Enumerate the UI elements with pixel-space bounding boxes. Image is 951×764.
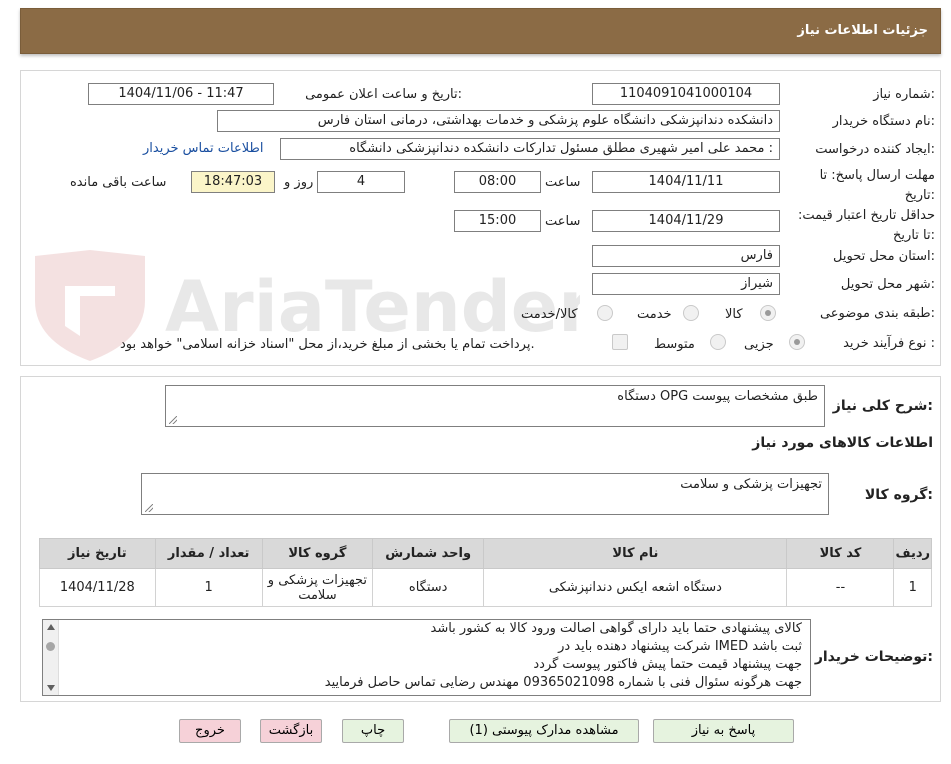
goods-group-text: تجهیزات پزشکی و سلامت: [680, 477, 822, 492]
announce-datetime-label: تاریخ و ساعت اعلان عمومی:: [305, 87, 462, 102]
requester-field: محمد علی امیر شهیری مطلق مسئول تدارکات د…: [280, 138, 780, 160]
general-description-text: دستگاه OPG طبق مشخصات پیوست: [617, 389, 818, 404]
goods-table: ردیف کد کالا نام کالا واحد شمارش گروه کا…: [39, 538, 932, 607]
goods-group-label: گروه کالا:: [864, 487, 933, 503]
category-option-goods-service: کالا/خدمت: [521, 307, 578, 322]
category-option-goods: کالا: [725, 307, 743, 322]
buyer-notes-label: توضیحات خریدار:: [814, 649, 933, 665]
col-quantity: تعداد / مقدار: [154, 538, 263, 569]
buyer-contact-link[interactable]: اطلاعات تماس خریدار: [143, 141, 263, 156]
day-and-label: روز و: [284, 175, 314, 190]
col-goods-name: نام کالا: [483, 538, 788, 569]
province-field: فارس: [592, 245, 780, 267]
process-option-medium: متوسط: [654, 337, 695, 352]
buyer-org-field: دانشکده دندانپزشکی دانشگاه علوم پزشکی و …: [217, 110, 780, 132]
category-option-service: خدمت: [637, 307, 672, 322]
goods-info-heading: اطلاعات کالاهای مورد نیاز: [752, 435, 933, 451]
view-attachments-button[interactable]: مشاهده مدارک پیوستی (1): [449, 719, 639, 743]
category-label: طبقه بندی موضوعی:: [819, 306, 935, 321]
scroll-thumb[interactable]: [46, 642, 55, 651]
note-line: جهت هرگونه سئوال فنی با شماره 0936502109…: [324, 675, 802, 690]
scroll-down-icon[interactable]: [47, 685, 55, 691]
col-goods-group: گروه کالا: [261, 538, 374, 569]
cell-goods-group: تجهیزات پزشکی و سلامت: [261, 568, 374, 607]
page-title: جزئیات اطلاعات نیاز: [797, 23, 928, 38]
purchase-process-label: نوع فرآیند خرید :: [843, 336, 935, 351]
goods-table-header-row: ردیف کد کالا نام کالا واحد شمارش گروه کا…: [39, 538, 932, 569]
cell-goods-name: دستگاه اشعه ایکس دندانپزشکی: [483, 568, 788, 607]
general-description-label: شرح کلی نیاز:: [832, 398, 933, 414]
process-radio-minor[interactable]: [789, 334, 805, 350]
requester-label: ایجاد کننده درخواست:: [815, 142, 935, 157]
page-header: جزئیات اطلاعات نیاز: [20, 8, 941, 54]
resize-handle-icon[interactable]: [145, 504, 153, 512]
print-button[interactable]: چاپ: [342, 719, 404, 743]
validity-date-field: 1404/11/29: [592, 210, 780, 232]
category-radio-goods-service[interactable]: [597, 305, 613, 321]
notes-scrollbar[interactable]: [43, 620, 59, 695]
city-field: شیراز: [592, 273, 780, 295]
treasury-bonds-checkbox[interactable]: [612, 334, 628, 350]
cell-unit: دستگاه: [372, 568, 485, 607]
hours-remaining-label: ساعت باقی مانده: [70, 175, 167, 190]
validity-time-label: ساعت: [545, 214, 581, 229]
note-line: جهت پیشنهاد قیمت حتما پیش فاکتور پیوست گ…: [533, 657, 802, 672]
cell-goods-code: --: [786, 568, 895, 607]
col-row-number: ردیف: [893, 538, 932, 569]
time-remaining-field: 18:47:03: [191, 171, 275, 193]
payment-note: پرداخت تمام یا بخشی از مبلغ خرید،از محل …: [120, 337, 535, 352]
cell-row-number: 1: [893, 568, 932, 607]
cell-quantity: 1: [154, 568, 263, 607]
reply-deadline-label: مهلت ارسال پاسخ: تا تاریخ:: [819, 168, 935, 203]
col-need-date: تاریخ نیاز: [39, 538, 156, 569]
table-row: 1 -- دستگاه اشعه ایکس دندانپزشکی دستگاه …: [39, 568, 932, 607]
exit-button[interactable]: خروج: [179, 719, 241, 743]
days-remaining-field: 4: [317, 171, 405, 193]
category-radio-goods[interactable]: [760, 305, 776, 321]
col-unit: واحد شمارش: [372, 538, 485, 569]
scroll-up-icon[interactable]: [47, 624, 55, 630]
resize-handle-icon[interactable]: [169, 416, 177, 424]
reply-time-label: ساعت: [545, 175, 581, 190]
process-radio-medium[interactable]: [710, 334, 726, 350]
general-description-field: دستگاه OPG طبق مشخصات پیوست: [165, 385, 825, 427]
need-number-field: 1104091041000104: [592, 83, 780, 105]
reply-button[interactable]: پاسخ به نیاز: [653, 719, 794, 743]
category-radio-service[interactable]: [683, 305, 699, 321]
process-option-minor: جزیی: [744, 337, 774, 352]
col-goods-code: کد کالا: [786, 538, 895, 569]
announce-datetime-field: 1404/11/06 - 11:47: [88, 83, 274, 105]
delivery-city-label: شهر محل تحویل:: [840, 277, 935, 292]
reply-date-field: 1404/11/11: [592, 171, 780, 193]
cell-need-date: 1404/11/28: [39, 568, 156, 607]
need-number-label: شماره نیاز:: [873, 87, 935, 102]
price-validity-label: حداقل تاریخ اعتبار قیمت: تا تاریخ:: [797, 208, 935, 243]
reply-time-field: 08:00: [454, 171, 541, 193]
buyer-org-label: نام دستگاه خریدار:: [832, 114, 935, 129]
goods-group-field: تجهیزات پزشکی و سلامت: [141, 473, 829, 515]
back-button[interactable]: بازگشت: [260, 719, 322, 743]
buyer-notes-field: کالای پیشنهادی حتما باید دارای گواهی اصا…: [42, 619, 811, 696]
note-line: کالای پیشنهادی حتما باید دارای گواهی اصا…: [430, 621, 803, 636]
delivery-province-label: استان محل تحویل:: [833, 249, 935, 264]
note-line: شرکت پیشنهاد دهنده باید در IMED ثبت باشد: [558, 639, 802, 654]
validity-time-field: 15:00: [454, 210, 541, 232]
